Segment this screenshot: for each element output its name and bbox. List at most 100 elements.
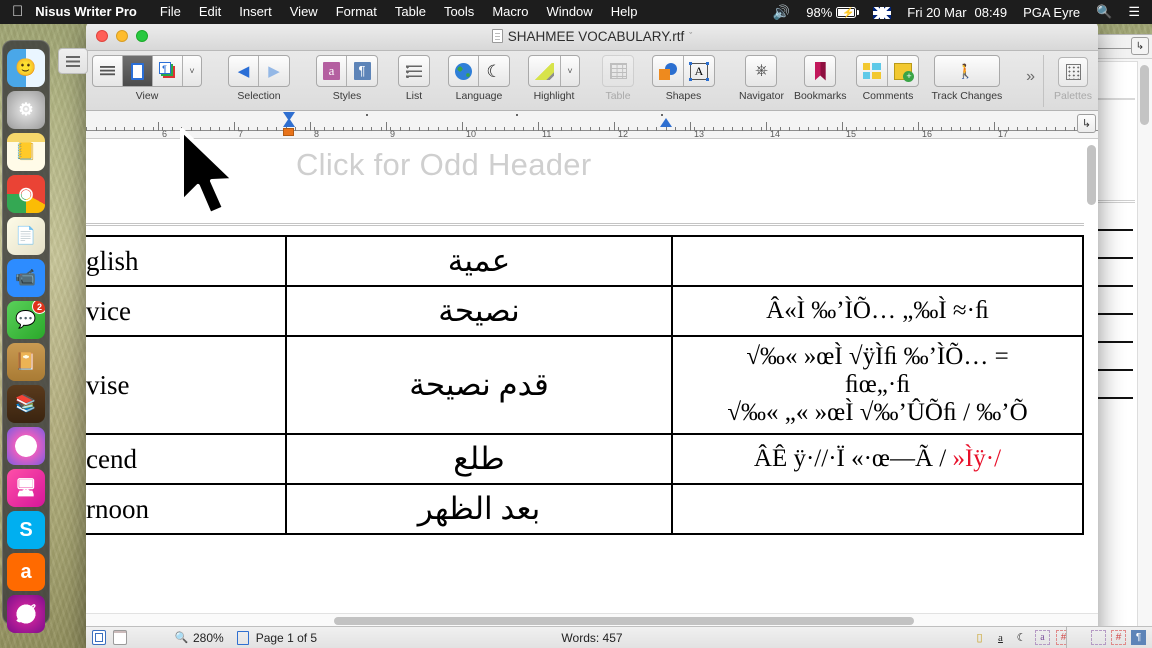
- dock-item-notes[interactable]: 📒: [7, 133, 45, 171]
- toolbar-group-navigator[interactable]: ⎈ Navigator: [739, 55, 784, 102]
- paragraph-return-icon[interactable]: ↳: [1077, 114, 1096, 133]
- cell-arabic[interactable]: طلع: [286, 433, 673, 485]
- highlight-marker-icon[interactable]: [529, 56, 561, 86]
- main-toolbar[interactable]: ¶ ˅ View ◀ ▶ Selection a ¶ Styles List ☾…: [86, 51, 1098, 111]
- cell-arabic[interactable]: بعد الظهر: [286, 483, 673, 535]
- dock-item-finder[interactable]: 🙂: [7, 49, 45, 87]
- header-placeholder-text[interactable]: Click for Odd Header: [296, 147, 591, 183]
- toolbar-group-bookmarks[interactable]: Bookmarks: [794, 55, 846, 102]
- cell-english[interactable]: vise: [86, 335, 287, 435]
- menu-format[interactable]: Format: [327, 0, 386, 24]
- background-paragraph-marks-icon[interactable]: ¶: [1131, 630, 1146, 645]
- clipboard-icon[interactable]: [113, 630, 127, 645]
- dock[interactable]: 🙂⚙📒◉📄📹💬2📔📚♫🖥Sa🖌🗑: [2, 40, 50, 633]
- dock-item-system-preferences[interactable]: ⚙: [7, 91, 45, 129]
- dock-item-messages[interactable]: 💬 2: [7, 301, 45, 339]
- cell-transliteration-multiline[interactable]: √‰« »œÌ √ÿÌﬁ ‰’ÌÕ… = ﬁœ„·ﬁ √‰« „« »œÌ √‰…: [672, 335, 1084, 435]
- menubar-date[interactable]: Fri 20 Mar: [899, 5, 970, 20]
- palettes-button[interactable]: Palettes: [1043, 55, 1092, 107]
- menu-edit[interactable]: Edit: [190, 0, 230, 24]
- table-row[interactable]: glish عمية: [86, 235, 1084, 287]
- toolbar-group-shapes[interactable]: A Shapes: [652, 55, 715, 102]
- menu-table[interactable]: Table: [386, 0, 435, 24]
- cell-english[interactable]: rnoon: [86, 483, 287, 535]
- document-vertical-scrollbar[interactable]: [1087, 145, 1096, 205]
- battery-charging-icon[interactable]: ⚡: [836, 6, 865, 19]
- menu-app-name[interactable]: Nisus Writer Pro: [35, 0, 151, 24]
- dock-item-itunes[interactable]: ♫: [7, 427, 45, 465]
- toolbar-group-list[interactable]: List: [398, 55, 430, 102]
- window-titlebar[interactable]: SHAHMEE VOCABULARY.rtf ˇ: [86, 22, 1098, 51]
- notification-center-icon[interactable]: ☰: [1120, 4, 1144, 20]
- document-horizontal-scrollbar-thumb[interactable]: [334, 617, 914, 625]
- text-box-icon[interactable]: A: [684, 56, 714, 86]
- invisible-characters-a-icon[interactable]: a: [1035, 630, 1050, 645]
- highlight-chevron-down-icon[interactable]: ˅: [561, 56, 579, 86]
- menubar-user-name[interactable]: PGA Eyre: [1015, 5, 1088, 20]
- title-chevron-down-icon[interactable]: ˇ: [689, 31, 692, 41]
- menu-bar[interactable]:  Nisus Writer Pro File Edit Insert View…: [0, 0, 1152, 24]
- menu-insert[interactable]: Insert: [230, 0, 281, 24]
- page-indicator-text[interactable]: Page 1 of 5: [256, 631, 317, 645]
- nisus-writer-document-window[interactable]: SHAHMEE VOCABULARY.rtf ˇ ¶ ˅ View ◀ ▶ Se…: [86, 22, 1098, 648]
- dock-item-paintbrush-app[interactable]: 🖌: [7, 595, 45, 633]
- toolbar-overflow-button[interactable]: »: [1018, 68, 1041, 98]
- menu-macro[interactable]: Macro: [483, 0, 537, 24]
- cell-transliteration[interactable]: [672, 483, 1084, 535]
- table-row[interactable]: cend طلع ÂÊ ÿ·//·Ï «·œ—Ã / »Ìÿ·/: [86, 433, 1084, 485]
- zoom-level-text[interactable]: 280%: [193, 631, 224, 645]
- zoom-control[interactable]: 🔍 280%: [174, 631, 224, 645]
- table-row[interactable]: vice نصيحة Â«Ì ‰’ÌÕ… „‰Ì ≈·ﬁ: [86, 285, 1084, 337]
- shapes-icon[interactable]: [653, 56, 684, 86]
- comments-icon[interactable]: [857, 56, 889, 86]
- dock-item-display-utility[interactable]: 🖥: [7, 469, 45, 507]
- dock-item-calibre[interactable]: 📚: [7, 385, 45, 423]
- volume-icon[interactable]: 🔊: [765, 4, 798, 21]
- menu-help[interactable]: Help: [602, 0, 647, 24]
- toolbar-group-highlight[interactable]: ˅ Highlight: [528, 55, 580, 102]
- palettes-icon[interactable]: [1058, 57, 1089, 87]
- document-status-bar[interactable]: 🔍 280% Page 1 of 5 Words: 457 ▯ a ☾ a # …: [86, 626, 1098, 648]
- character-format-icon[interactable]: a: [993, 631, 1008, 645]
- vocabulary-table[interactable]: glish عمية vice نصيحة Â«Ì ‰’ÌÕ… „‰Ì ≈·ﬁ …: [86, 235, 1084, 535]
- document-horizontal-scrollbar-track[interactable]: [86, 613, 1098, 626]
- toolbar-group-comments[interactable]: + Comments: [856, 55, 920, 102]
- zoom-window-button[interactable]: [136, 30, 148, 42]
- dock-item-avast[interactable]: a: [7, 553, 45, 591]
- window-traffic-lights[interactable]: [96, 30, 148, 42]
- track-changes-icon[interactable]: 🚶: [951, 56, 984, 86]
- cell-transliteration[interactable]: [672, 235, 1084, 287]
- language-crescent-icon[interactable]: ☾: [1014, 631, 1029, 645]
- cell-transliteration[interactable]: Â«Ì ‰’ÌÕ… „‰Ì ≈·ﬁ: [672, 285, 1084, 337]
- table-row[interactable]: vise قدم نصيحة √‰« »œÌ √ÿÌﬁ ‰’ÌÕ… = ﬁœ„·…: [86, 335, 1084, 435]
- list-icon[interactable]: [399, 56, 429, 86]
- cell-transliteration[interactable]: ÂÊ ÿ·//·Ï «·œ—Ã / »Ìÿ·/: [672, 433, 1084, 485]
- toolbar-group-language[interactable]: ☾ Language: [448, 55, 510, 102]
- cell-english[interactable]: glish: [86, 235, 287, 287]
- dock-item-contacts[interactable]: 📔: [7, 343, 45, 381]
- background-grid-icon[interactable]: #: [1111, 630, 1126, 645]
- apple-logo-icon[interactable]: : [12, 4, 23, 19]
- input-source-flag[interactable]: [865, 5, 899, 20]
- sidebar-toggle-icon[interactable]: [58, 48, 88, 74]
- battery-percent-text[interactable]: 98%: [798, 5, 836, 20]
- cell-arabic[interactable]: نصيحة: [286, 285, 673, 337]
- view-page-icon[interactable]: [123, 56, 153, 86]
- toolbar-group-view[interactable]: ¶ ˅ View: [92, 55, 202, 102]
- navigator-helm-icon[interactable]: ⎈: [746, 56, 776, 86]
- tab-stop-marker[interactable]: [660, 118, 672, 127]
- background-window-scrollbar[interactable]: [1140, 65, 1149, 125]
- view-options-chevron-down-icon[interactable]: ˅: [183, 56, 201, 86]
- toolbar-group-styles[interactable]: a ¶ Styles: [316, 55, 378, 102]
- dock-item-google-chrome[interactable]: ◉: [7, 175, 45, 213]
- dock-item-skype[interactable]: S: [7, 511, 45, 549]
- selection-previous-icon[interactable]: ◀: [229, 56, 259, 86]
- zoom-magnifier-icon[interactable]: 🔍: [174, 631, 189, 645]
- cell-arabic[interactable]: عمية: [286, 235, 673, 287]
- close-window-button[interactable]: [96, 30, 108, 42]
- cell-arabic[interactable]: قدم نصيحة: [286, 335, 673, 435]
- character-style-icon[interactable]: a: [317, 56, 347, 86]
- menubar-time[interactable]: 08:49: [971, 5, 1016, 20]
- minimize-window-button[interactable]: [116, 30, 128, 42]
- bookmarks-icon[interactable]: [805, 56, 835, 86]
